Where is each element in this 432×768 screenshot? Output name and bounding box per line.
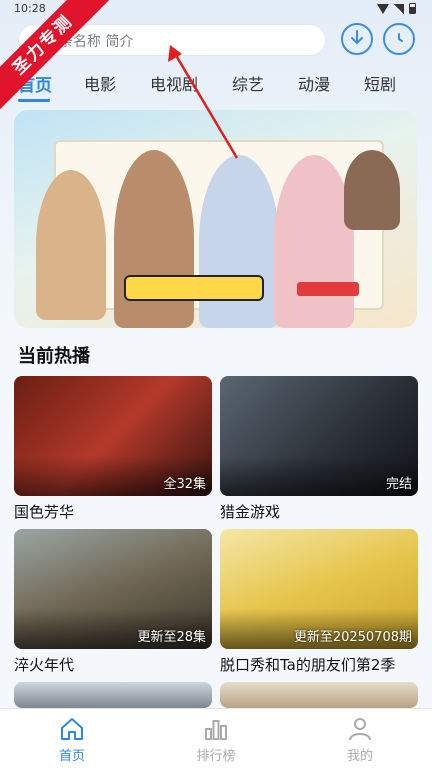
episode-badge: 全32集 bbox=[163, 477, 206, 492]
video-card[interactable]: 完结 猎金游戏 bbox=[220, 376, 418, 522]
home-icon bbox=[61, 718, 83, 740]
history-icon bbox=[398, 33, 403, 42]
video-thumbnail bbox=[220, 682, 418, 708]
video-thumbnail: 更新至20250708期 bbox=[220, 529, 418, 649]
banner-person bbox=[199, 155, 279, 328]
status-icons bbox=[377, 3, 416, 14]
tab-short[interactable]: 短剧 bbox=[364, 71, 396, 95]
video-title: 猎金游戏 bbox=[220, 503, 281, 521]
tab-anime[interactable]: 动漫 bbox=[298, 71, 330, 95]
tab-tv[interactable]: 电视剧 bbox=[150, 71, 198, 95]
episode-badge: 完结 bbox=[385, 477, 412, 492]
ribbon-text: 圣力专测 bbox=[0, 0, 110, 110]
banner-badge-graphic bbox=[297, 282, 359, 296]
ranking-icon bbox=[205, 720, 227, 740]
signal-icon bbox=[394, 3, 404, 14]
nav-profile-label: 我的 bbox=[346, 749, 373, 764]
banner-carousel[interactable] bbox=[14, 110, 417, 328]
section-title: 当前热播 bbox=[18, 346, 90, 367]
download-icon bbox=[351, 30, 363, 45]
banner-person bbox=[114, 150, 194, 328]
video-title: 脱口秀和Ta的朋友们第2季 bbox=[220, 656, 396, 674]
battery-icon bbox=[409, 3, 416, 14]
video-title: 国色芳华 bbox=[14, 503, 75, 521]
video-card[interactable]: 更新至28集 淬火年代 bbox=[14, 529, 212, 675]
nav-home[interactable]: 首页 bbox=[22, 709, 122, 768]
wifi-icon bbox=[377, 3, 389, 14]
video-thumbnail bbox=[14, 682, 212, 708]
nav-ranking-label: 排行榜 bbox=[196, 749, 236, 764]
nav-ranking[interactable]: 排行榜 bbox=[166, 709, 266, 768]
video-card[interactable]: 更新至20250708期 脱口秀和Ta的朋友们第2季 bbox=[220, 529, 418, 675]
episode-badge: 更新至28集 bbox=[137, 630, 206, 645]
nav-home-label: 首页 bbox=[58, 749, 85, 764]
video-thumbnail: 完结 bbox=[220, 376, 418, 496]
banner-person bbox=[274, 155, 354, 328]
user-icon bbox=[349, 718, 371, 741]
video-card[interactable] bbox=[14, 682, 212, 708]
nav-profile[interactable]: 我的 bbox=[310, 709, 410, 768]
video-card[interactable]: 全32集 国色芳华 bbox=[14, 376, 212, 522]
video-thumbnail: 更新至28集 bbox=[14, 529, 212, 649]
video-card[interactable] bbox=[220, 682, 418, 708]
test-ribbon: 圣力专测 bbox=[0, 0, 110, 110]
video-thumbnail: 全32集 bbox=[14, 376, 212, 496]
video-title: 淬火年代 bbox=[14, 656, 75, 674]
history-button[interactable] bbox=[383, 23, 415, 55]
banner-person bbox=[36, 170, 106, 320]
banner-person bbox=[344, 150, 400, 230]
episode-badge: 更新至20250708期 bbox=[293, 630, 412, 645]
tab-variety[interactable]: 综艺 bbox=[232, 71, 264, 95]
download-button[interactable] bbox=[341, 23, 373, 55]
bottom-navigation: 首页 排行榜 我的 bbox=[0, 708, 432, 768]
banner-caption-graphic bbox=[124, 275, 264, 301]
